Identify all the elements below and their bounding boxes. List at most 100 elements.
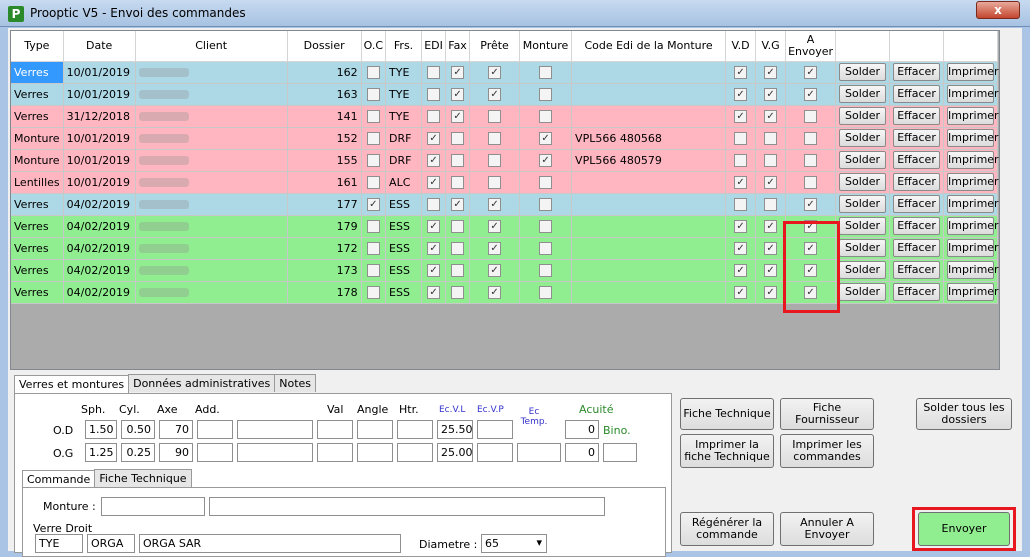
col-dossier[interactable]: Dossier <box>287 31 362 62</box>
client-cell[interactable] <box>135 237 288 260</box>
fax-checkbox[interactable]: ✓ <box>451 109 465 123</box>
fax-checkbox[interactable]: ✓ <box>451 87 465 101</box>
code-edi-cell[interactable] <box>571 193 727 216</box>
edi-checkbox[interactable]: ✓ <box>427 175 441 189</box>
fax-checkbox[interactable] <box>451 263 465 277</box>
type-cell[interactable]: Verres <box>11 215 64 238</box>
monture-checkbox[interactable] <box>539 109 553 123</box>
dossier-cell[interactable]: 172 <box>287 237 362 260</box>
code-edi-cell[interactable] <box>571 61 727 84</box>
code-edi-cell[interactable] <box>571 171 727 194</box>
edi-checkbox[interactable]: ✓ <box>427 219 441 233</box>
od-ecvp-field[interactable] <box>477 420 513 439</box>
monture-checkbox[interactable] <box>539 285 553 299</box>
code-edi-cell[interactable] <box>571 237 727 260</box>
close-button[interactable]: x <box>976 1 1020 19</box>
frs-cell[interactable]: ESS <box>385 281 423 304</box>
edi-checkbox[interactable] <box>427 87 441 101</box>
vd-checkbox[interactable]: ✓ <box>734 65 748 79</box>
prete-checkbox[interactable]: ✓ <box>488 285 502 299</box>
table-row[interactable]: Verres 10/01/2019 162 TYE ✓ ✓ ✓ ✓ ✓ Solder Effacer… <box>11 61 999 84</box>
edi-checkbox[interactable]: ✓ <box>427 285 441 299</box>
verre-droit-code-field[interactable]: ORGA <box>87 534 135 553</box>
imprimer-button[interactable]: Imprimer <box>947 283 999 301</box>
edi-checkbox[interactable]: ✓ <box>427 263 441 277</box>
vg-checkbox[interactable]: ✓ <box>764 109 778 123</box>
code-edi-cell[interactable] <box>571 215 727 238</box>
vg-checkbox[interactable] <box>764 153 778 167</box>
dossier-cell[interactable]: 178 <box>287 281 362 304</box>
client-cell[interactable] <box>135 105 288 128</box>
client-cell[interactable] <box>135 171 288 194</box>
dossier-cell[interactable]: 162 <box>287 61 362 84</box>
edi-checkbox[interactable] <box>427 65 441 79</box>
code-edi-cell[interactable]: VPL566 480568 <box>571 127 727 150</box>
dossier-cell[interactable]: 173 <box>287 259 362 282</box>
imprimer-button[interactable]: Imprimer <box>947 195 999 213</box>
col-fax[interactable]: Fax <box>445 31 471 62</box>
imprimer-button[interactable]: Imprimer <box>947 239 999 257</box>
oc-checkbox[interactable] <box>366 263 380 277</box>
imprimer-button[interactable]: Imprimer <box>947 217 999 235</box>
type-cell[interactable]: Verres <box>11 193 64 216</box>
vd-checkbox[interactable] <box>734 153 748 167</box>
table-row[interactable]: Monture 10/01/2019 152 DRF ✓ ✓ VPL566 480568 So… <box>11 127 999 150</box>
date-cell[interactable]: 10/01/2019 <box>63 127 136 150</box>
date-cell[interactable]: 04/02/2019 <box>63 237 136 260</box>
effacer-button[interactable]: Effacer <box>893 217 941 235</box>
a-envoyer-checkbox[interactable] <box>804 109 818 123</box>
monture-checkbox[interactable] <box>539 87 553 101</box>
edi-checkbox[interactable] <box>427 197 441 211</box>
type-cell[interactable]: Verres <box>11 83 64 106</box>
client-cell[interactable] <box>135 259 288 282</box>
vd-checkbox[interactable]: ✓ <box>734 241 748 255</box>
a-envoyer-checkbox[interactable]: ✓ <box>804 87 818 101</box>
vg-checkbox[interactable]: ✓ <box>764 175 778 189</box>
solder-button[interactable]: Solder <box>839 217 887 235</box>
dossier-cell[interactable]: 163 <box>287 83 362 106</box>
oc-checkbox[interactable] <box>366 285 380 299</box>
table-row[interactable]: Verres 04/02/2019 178 ESS ✓ ✓ ✓ ✓ ✓ Solder Effacer… <box>11 281 999 304</box>
oc-checkbox[interactable] <box>366 65 380 79</box>
prete-checkbox[interactable] <box>488 153 502 167</box>
col-vd[interactable]: V.D <box>725 31 757 62</box>
prete-checkbox[interactable]: ✓ <box>488 65 502 79</box>
imprimer-commandes-button[interactable]: Imprimer les commandes <box>780 434 874 468</box>
imprimer-button[interactable]: Imprimer <box>947 261 999 279</box>
fax-checkbox[interactable] <box>451 131 465 145</box>
frs-cell[interactable]: TYE <box>385 105 423 128</box>
fax-checkbox[interactable] <box>451 241 465 255</box>
code-edi-cell[interactable]: VPL566 480579 <box>571 149 727 172</box>
od-cyl-field[interactable]: 0.50 <box>121 420 155 439</box>
vg-checkbox[interactable]: ✓ <box>764 285 778 299</box>
table-row[interactable]: Verres 04/02/2019 173 ESS ✓ ✓ ✓ ✓ ✓ Solder Effacer… <box>11 259 999 282</box>
prete-checkbox[interactable]: ✓ <box>488 219 502 233</box>
og-extra-field[interactable] <box>237 443 313 462</box>
solder-button[interactable]: Solder <box>839 85 887 103</box>
oc-checkbox[interactable] <box>366 109 380 123</box>
effacer-button[interactable]: Effacer <box>893 239 941 257</box>
client-cell[interactable] <box>135 61 288 84</box>
og-axe-field[interactable]: 90 <box>159 443 193 462</box>
code-edi-cell[interactable] <box>571 105 727 128</box>
monture-checkbox[interactable] <box>539 175 553 189</box>
solder-button[interactable]: Solder <box>839 173 887 191</box>
solder-button[interactable]: Solder <box>839 63 887 81</box>
tab-verres-montures[interactable]: Verres et montures <box>14 375 130 394</box>
oc-checkbox[interactable]: ✓ <box>366 197 380 211</box>
prete-checkbox[interactable] <box>488 175 502 189</box>
table-row[interactable]: Verres 04/02/2019 172 ESS ✓ ✓ ✓ ✓ ✓ Solder Effacer… <box>11 237 999 260</box>
code-edi-cell[interactable] <box>571 281 727 304</box>
monture-checkbox[interactable] <box>539 219 553 233</box>
a-envoyer-checkbox[interactable]: ✓ <box>804 65 818 79</box>
type-cell[interactable]: Verres <box>11 237 64 260</box>
edi-checkbox[interactable] <box>427 109 441 123</box>
date-cell[interactable]: 04/02/2019 <box>63 259 136 282</box>
client-cell[interactable] <box>135 149 288 172</box>
col-frs[interactable]: Frs. <box>385 31 423 62</box>
oc-checkbox[interactable] <box>366 219 380 233</box>
edi-checkbox[interactable]: ✓ <box>427 241 441 255</box>
vd-checkbox[interactable]: ✓ <box>734 219 748 233</box>
fax-checkbox[interactable]: ✓ <box>451 197 465 211</box>
monture-checkbox[interactable] <box>539 197 553 211</box>
